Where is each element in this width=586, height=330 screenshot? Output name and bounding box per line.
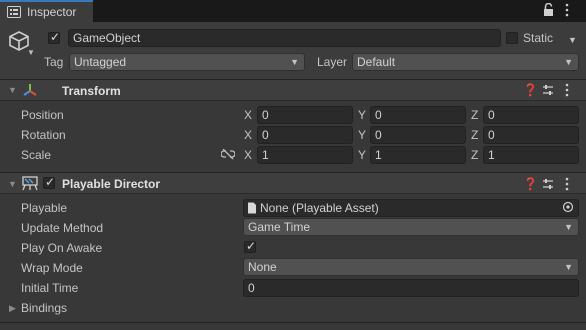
gameobject-name-input[interactable]: GameObject <box>68 29 501 47</box>
playable-director-icon <box>22 176 38 191</box>
tab-label: Inspector <box>27 5 77 19</box>
position-label: Position <box>21 108 64 122</box>
scale-label: Scale <box>21 148 52 162</box>
more-menu-icon[interactable] <box>565 177 569 191</box>
chevron-down-icon: ▼ <box>290 57 299 67</box>
scale-y-input[interactable]: 1 <box>370 146 466 164</box>
help-icon[interactable]: ❓ <box>523 177 538 191</box>
help-icon[interactable]: ❓ <box>523 83 538 97</box>
checkmark-icon: ✓ <box>50 30 61 44</box>
rotation-y-input[interactable]: 0 <box>370 126 466 144</box>
play-on-awake-label: Play On Awake <box>21 241 103 255</box>
axis-y-label[interactable]: Y <box>358 148 366 162</box>
rotation-label: Rotation <box>21 128 66 142</box>
divider <box>0 322 586 323</box>
more-menu-icon[interactable] <box>565 83 569 97</box>
gameobject-active-checkbox[interactable]: ✓ <box>48 30 61 44</box>
playable-label: Playable <box>21 201 68 215</box>
object-picker-icon[interactable] <box>562 201 574 213</box>
playable-value: None (Playable Asset) <box>260 201 379 215</box>
layer-value: Default <box>357 55 396 69</box>
foldout-expanded-icon[interactable]: ▼ <box>8 179 17 189</box>
checkmark-icon: ✓ <box>45 175 56 189</box>
playable-director-title: Playable Director <box>62 177 161 191</box>
chevron-down-icon: ▼ <box>564 57 573 67</box>
axis-z-label[interactable]: Z <box>471 148 478 162</box>
update-method-dropdown[interactable]: Game Time ▼ <box>243 218 579 236</box>
wrap-mode-label: Wrap Mode <box>21 261 83 275</box>
axis-z-label[interactable]: Z <box>471 108 478 122</box>
rotation-x-input[interactable]: 0 <box>257 126 353 144</box>
info-icon <box>7 6 21 18</box>
scale-x-input[interactable]: 1 <box>257 146 353 164</box>
wrap-mode-value: None <box>248 260 277 274</box>
more-menu-icon[interactable] <box>565 3 569 17</box>
axis-y-label[interactable]: Y <box>358 128 366 142</box>
update-method-value: Game Time <box>248 220 311 234</box>
scale-z-input[interactable]: 1 <box>483 146 579 164</box>
transform-title: Transform <box>62 84 121 98</box>
static-dropdown-arrow-icon[interactable]: ▼ <box>568 35 581 45</box>
document-icon <box>248 202 256 214</box>
update-method-label: Update Method <box>21 221 104 235</box>
play-on-awake-checkbox[interactable]: ✓ <box>244 239 257 253</box>
presets-icon[interactable] <box>542 178 554 190</box>
static-label: Static <box>523 31 554 45</box>
tab-inspector[interactable]: Inspector <box>0 0 93 22</box>
tag-value: Untagged <box>74 55 127 69</box>
tag-label: Tag <box>44 55 64 69</box>
position-z-input[interactable]: 0 <box>483 106 579 124</box>
rotation-z-input[interactable]: 0 <box>483 126 579 144</box>
position-y-input[interactable]: 0 <box>370 106 466 124</box>
chevron-down-icon: ▼ <box>564 262 573 272</box>
axis-x-label[interactable]: X <box>244 128 252 142</box>
playable-director-enabled-checkbox[interactable]: ✓ <box>43 175 56 189</box>
foldout-collapsed-icon[interactable]: ▶ <box>9 303 16 314</box>
axis-x-label[interactable]: X <box>244 148 252 162</box>
foldout-expanded-icon[interactable]: ▼ <box>8 85 17 95</box>
checkmark-icon: ✓ <box>246 239 257 253</box>
position-x-input[interactable]: 0 <box>257 106 353 124</box>
initial-time-input[interactable]: 0 <box>243 279 579 297</box>
layer-label: Layer <box>317 55 348 69</box>
chevron-down-icon: ▼ <box>564 222 573 232</box>
unlinked-scale-icon[interactable] <box>221 149 235 160</box>
axis-y-label[interactable]: Y <box>358 108 366 122</box>
axis-x-label[interactable]: X <box>244 108 252 122</box>
playable-object-field[interactable]: None (Playable Asset) <box>243 199 579 217</box>
axis-z-label[interactable]: Z <box>471 128 478 142</box>
chevron-down-icon[interactable]: ▼ <box>27 48 35 57</box>
lock-icon[interactable] <box>543 3 554 16</box>
presets-icon[interactable] <box>542 84 554 96</box>
static-checkbox[interactable] <box>506 32 518 44</box>
bindings-foldout[interactable]: Bindings <box>21 301 67 315</box>
initial-time-label: Initial Time <box>21 281 79 295</box>
transform-axes-icon <box>23 84 37 96</box>
layer-dropdown[interactable]: Default ▼ <box>352 53 579 71</box>
wrap-mode-dropdown[interactable]: None ▼ <box>243 258 579 276</box>
tag-dropdown[interactable]: Untagged ▼ <box>69 53 305 71</box>
